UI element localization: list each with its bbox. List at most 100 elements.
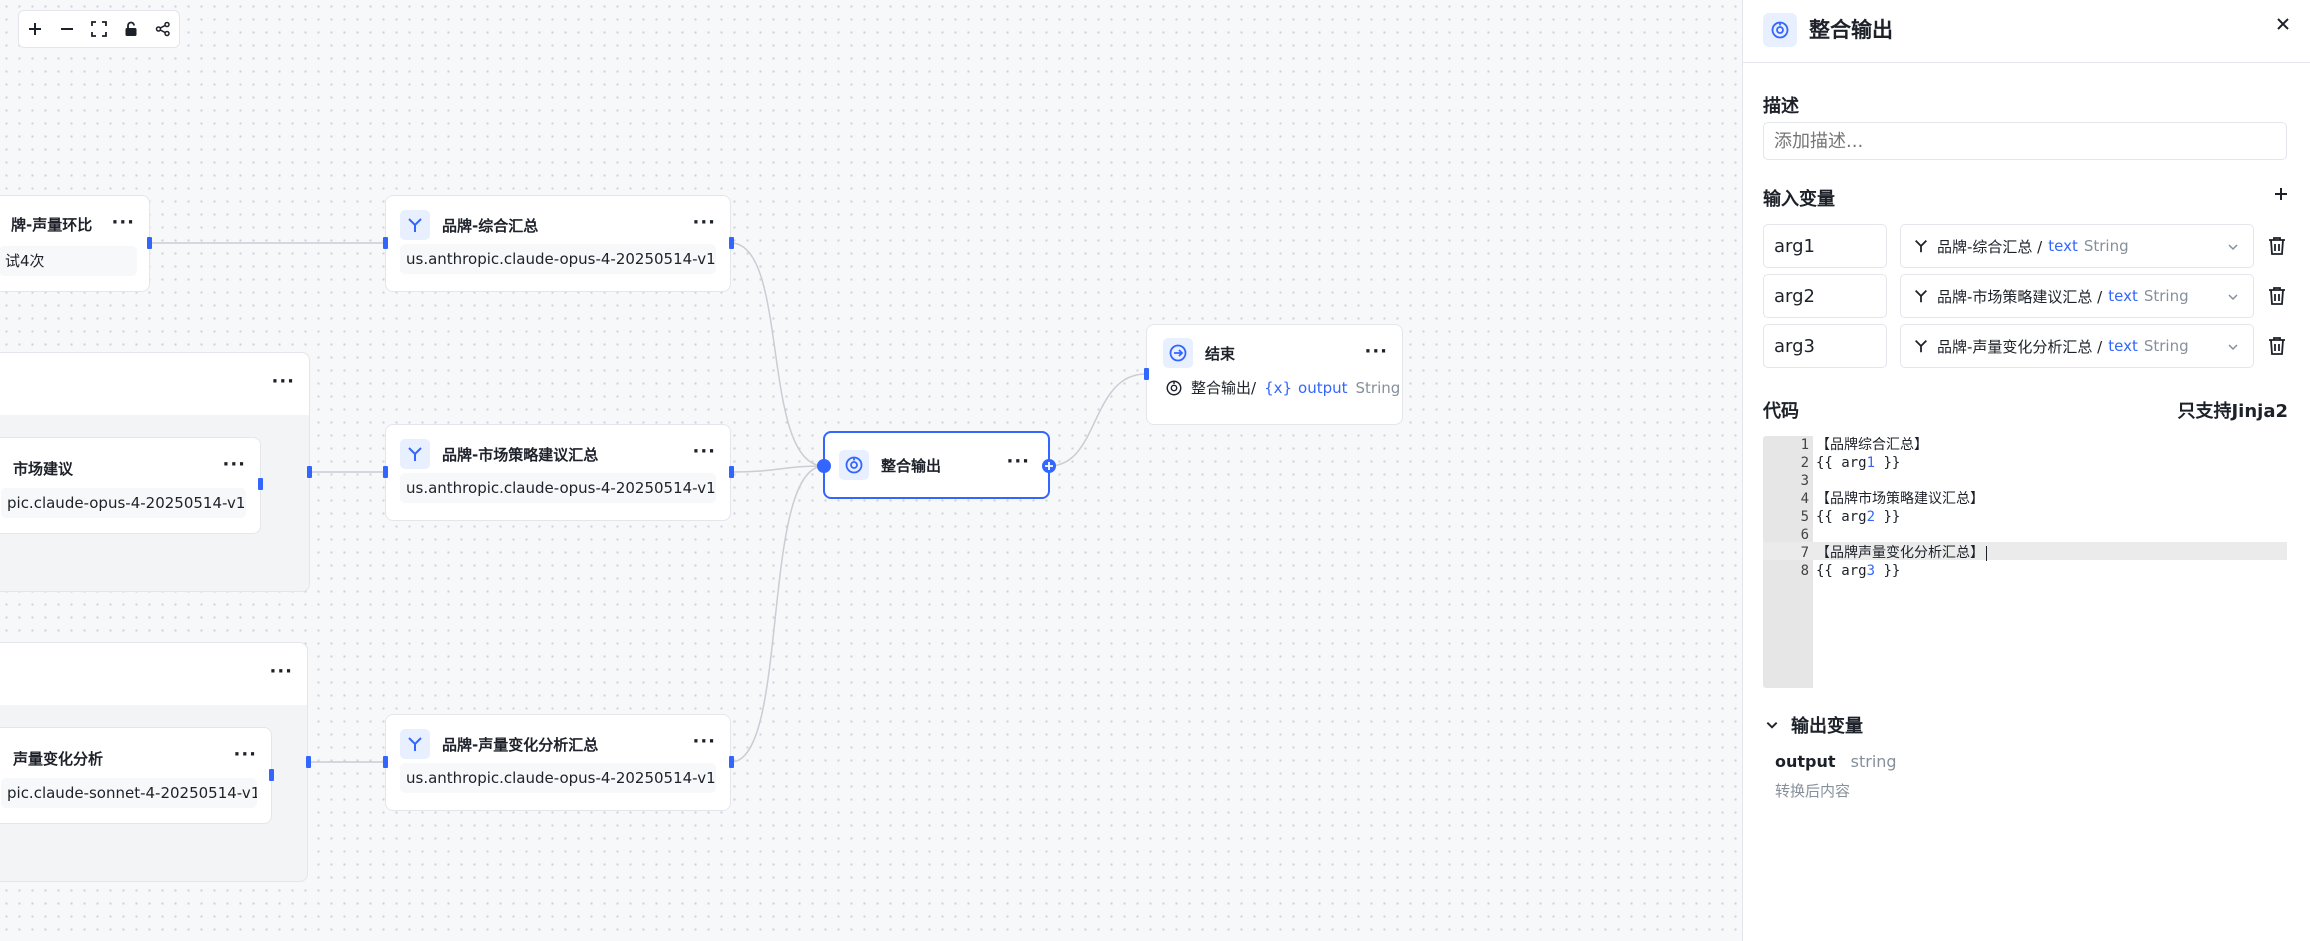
ref-node: 品牌-综合汇总 / xyxy=(1937,237,2043,256)
node-brand-market[interactable]: 品牌-市场策略建议汇总 ··· us.anthropic.claude-opus… xyxy=(385,424,731,521)
chevron-down-icon xyxy=(1766,722,1778,729)
node-merge-output[interactable]: 整合输出 ··· xyxy=(823,431,1050,499)
line-number: 4 xyxy=(1800,491,1809,507)
input-var-name[interactable]: arg2 xyxy=(1763,274,1887,318)
input-handle[interactable] xyxy=(383,756,388,768)
ref-variable: text xyxy=(2048,237,2078,255)
input-handle[interactable] xyxy=(383,237,388,249)
more-icon[interactable]: ··· xyxy=(1364,341,1388,362)
ref-type: String xyxy=(1355,378,1401,397)
more-icon[interactable]: ··· xyxy=(692,441,716,462)
input-var-ref-select[interactable]: 品牌-市场策略建议汇总 / text String xyxy=(1900,274,2254,318)
fit-view-button[interactable] xyxy=(83,11,115,47)
node-title: 牌-声量环比 xyxy=(11,216,93,234)
merge-output-icon xyxy=(839,450,869,480)
branch-icon xyxy=(400,439,430,469)
edge xyxy=(730,242,825,467)
node-brand-summary[interactable]: 品牌-综合汇总 ··· us.anthropic.claude-opus-4-2… xyxy=(385,195,731,292)
trash-icon xyxy=(2269,337,2285,355)
end-icon xyxy=(1163,338,1193,368)
node-market-advice[interactable]: 市场建议 ··· pic.claude-opus-4-20250514-v1:0 xyxy=(0,437,261,534)
description-input[interactable] xyxy=(1763,122,2287,160)
ref-type: String xyxy=(2143,287,2189,305)
input-var-name[interactable]: arg1 xyxy=(1763,224,1887,268)
output-vars-toggle[interactable]: 输出变量 xyxy=(1765,712,1863,738)
add-input-button[interactable] xyxy=(2274,186,2288,205)
more-icon[interactable]: ··· xyxy=(111,212,135,233)
input-var-ref-select[interactable]: 品牌-综合汇总 / text String xyxy=(1900,224,2254,268)
output-handle[interactable] xyxy=(307,466,312,478)
plus-icon xyxy=(2275,188,2287,200)
group-header xyxy=(0,353,309,415)
node-title: 品牌-综合汇总 xyxy=(442,216,539,235)
input-var-name[interactable]: arg3 xyxy=(1763,324,1887,368)
plus-icon xyxy=(29,23,41,35)
zoom-out-button[interactable] xyxy=(51,11,83,47)
workflow-canvas[interactable]: 牌-声量环比 ··· 试4次 ··· 市场建议 ··· pic.claude-o… xyxy=(0,0,1742,941)
delete-input-button[interactable] xyxy=(2267,336,2287,360)
output-handle[interactable] xyxy=(269,769,274,781)
input-handle[interactable] xyxy=(1144,368,1149,380)
more-icon[interactable]: ··· xyxy=(1006,451,1030,472)
node-title: 品牌-声量变化分析汇总 xyxy=(442,735,599,754)
merge-output-icon xyxy=(1166,380,1182,395)
code-text: 【品牌综合汇总】 xyxy=(1816,437,1928,453)
node-subtitle: us.anthropic.claude-opus-4-20250514-v1:0 xyxy=(400,763,716,793)
output-handle[interactable] xyxy=(729,756,734,768)
line-number: 2 xyxy=(1800,455,1809,471)
line-number: 6 xyxy=(1800,527,1809,543)
delete-input-button[interactable] xyxy=(2267,286,2287,310)
panel-title: 整合输出 xyxy=(1809,18,1893,42)
trash-icon xyxy=(2269,287,2285,305)
output-var-item: output string xyxy=(1775,752,1897,771)
node-voice-ratio[interactable]: 牌-声量环比 ··· 试4次 xyxy=(0,195,150,292)
node-brand-voice[interactable]: 品牌-声量变化分析汇总 ··· us.anthropic.claude-opus… xyxy=(385,714,731,811)
node-voice-change[interactable]: 声量变化分析 ··· pic.claude-sonnet-4-20250514-… xyxy=(0,727,272,824)
output-handle[interactable] xyxy=(729,237,734,249)
more-icon[interactable]: ··· xyxy=(233,744,257,765)
zoom-in-button[interactable] xyxy=(19,11,51,47)
var-name-text: arg2 xyxy=(1774,286,1815,307)
code-text: }} xyxy=(1875,455,1901,471)
code-line: 【品牌综合汇总】 xyxy=(1813,436,2287,454)
more-icon[interactable]: ··· xyxy=(692,212,716,233)
share-button[interactable] xyxy=(147,11,179,47)
code-line: {{ arg3 }} xyxy=(1813,562,2287,580)
output-handle[interactable] xyxy=(258,478,263,490)
branch-icon xyxy=(1915,240,1927,253)
line-number: 8 xyxy=(1800,563,1809,579)
chevron-down-icon xyxy=(2228,294,2238,301)
more-icon[interactable]: ··· xyxy=(269,661,293,682)
more-icon[interactable]: ··· xyxy=(222,454,246,475)
more-icon[interactable]: ··· xyxy=(692,731,716,752)
close-button[interactable] xyxy=(2276,16,2290,35)
code-editor[interactable]: 1 2 3 4 5 6 7 8 【品牌综合汇总】 {{ arg1 }} 【品牌市… xyxy=(1763,436,2287,688)
output-handle[interactable] xyxy=(147,237,152,249)
code-text: }} xyxy=(1875,563,1901,579)
delete-input-button[interactable] xyxy=(2267,236,2287,260)
code-line: 【品牌声量变化分析汇总】 xyxy=(1813,544,2287,562)
var-name-text: arg3 xyxy=(1774,336,1815,357)
more-icon[interactable]: ··· xyxy=(271,371,295,392)
ref-node: 品牌-市场策略建议汇总 / xyxy=(1937,287,2103,306)
chevron-down-icon xyxy=(2228,344,2238,351)
branch-icon xyxy=(1915,340,1927,353)
input-handle[interactable] xyxy=(383,466,388,478)
node-end[interactable]: 结束 ··· 整合输出/ {x} output String xyxy=(1146,324,1403,425)
code-line: {{ arg1 }} xyxy=(1813,454,2287,472)
edge xyxy=(1048,373,1147,467)
line-number: 5 xyxy=(1800,509,1809,525)
node-title: 声量变化分析 xyxy=(13,750,104,768)
chevron-down-icon xyxy=(2228,244,2238,251)
code-text: 【品牌市场策略建议汇总】 xyxy=(1816,491,1984,507)
ref-variable: text xyxy=(2108,287,2138,305)
lock-button[interactable] xyxy=(115,11,147,47)
input-var-ref-select[interactable]: 品牌-声量变化分析汇总 / text String xyxy=(1900,324,2254,368)
code-arg-number: 3 xyxy=(1866,563,1876,579)
trash-icon xyxy=(2269,237,2285,255)
code-note: 只支持Jinja2 xyxy=(2177,401,2288,422)
output-handle[interactable] xyxy=(729,466,734,478)
output-handle[interactable] xyxy=(306,756,311,768)
ref-type: String xyxy=(2143,337,2189,355)
